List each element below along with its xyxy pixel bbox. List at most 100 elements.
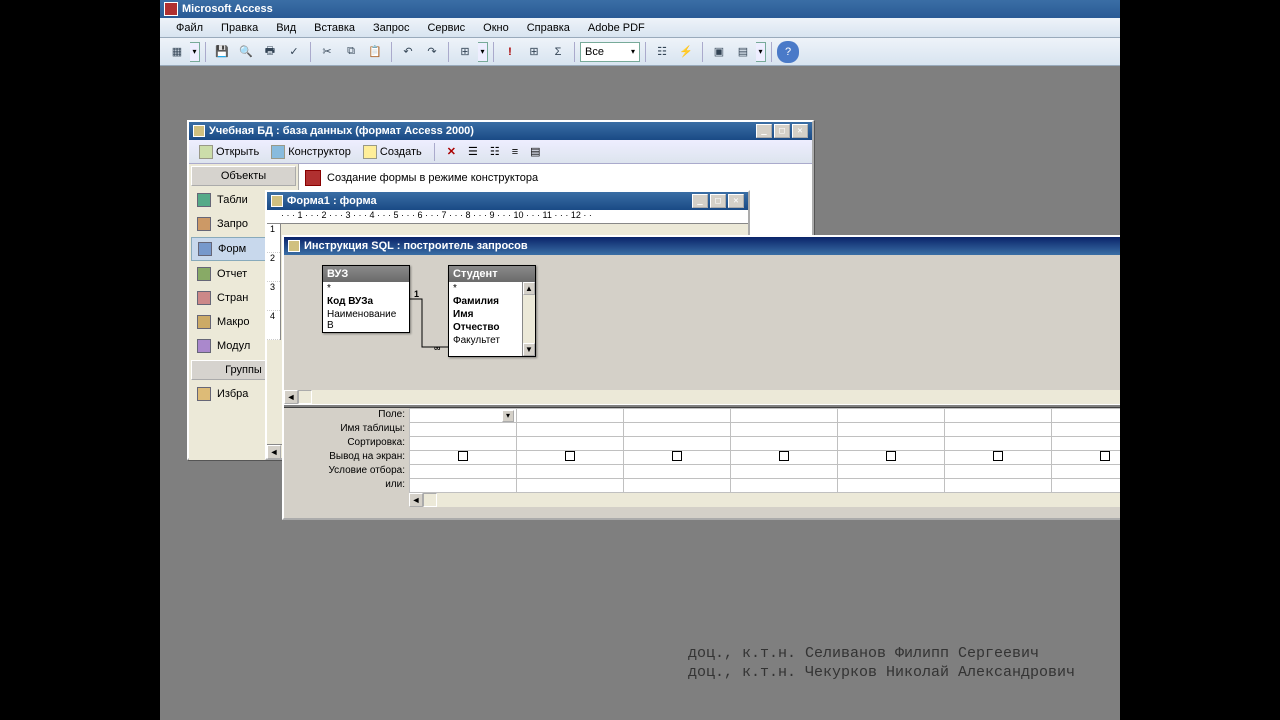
- new-button[interactable]: Создать: [359, 143, 426, 161]
- dbwindow-button[interactable]: ▣: [708, 41, 730, 63]
- scroll-up-icon[interactable]: ▲: [523, 282, 535, 295]
- app-titlebar: Microsoft Access: [160, 0, 1120, 18]
- menu-view[interactable]: Вид: [268, 20, 304, 36]
- menu-adobe[interactable]: Adobe PDF: [580, 20, 653, 36]
- row-table[interactable]: [410, 423, 1121, 437]
- open-button[interactable]: Открыть: [195, 143, 263, 161]
- copy-button[interactable]: ⧉: [340, 41, 362, 63]
- grid-scroll-left[interactable]: ◄: [409, 493, 423, 507]
- field-otchestvo[interactable]: Отчество: [449, 321, 522, 334]
- design-button[interactable]: Конструктор: [267, 143, 355, 161]
- menu-tools[interactable]: Сервис: [419, 20, 473, 36]
- sqlwin-titlebar[interactable]: Инструкция SQL : построитель запросов: [284, 237, 1120, 255]
- row-sort[interactable]: [410, 437, 1121, 451]
- top-values-combo[interactable]: Все▾: [580, 42, 640, 62]
- table-student[interactable]: Студент * Фамилия Имя Отчество Факультет…: [448, 265, 536, 357]
- grid-row-labels: Поле: Имя таблицы: Сортировка: Вывод на …: [284, 408, 409, 507]
- spell-button[interactable]: ✓: [283, 41, 305, 63]
- large-icons-button[interactable]: ☰: [464, 143, 482, 160]
- show-checkbox[interactable]: [672, 451, 682, 461]
- footer-credits: доц., к.т.н. Селиванов Филипп Сергеевич …: [688, 644, 1075, 682]
- table-vuz-header[interactable]: ВУЗ: [323, 266, 409, 282]
- showtable-button[interactable]: ⊞: [523, 41, 545, 63]
- table-student-scrollbar[interactable]: ▲ ▼: [522, 282, 535, 356]
- view-button[interactable]: ▦: [166, 41, 188, 63]
- field-familiya[interactable]: Фамилия: [449, 295, 522, 308]
- row-field[interactable]: ▾: [410, 409, 1121, 423]
- table-vuz[interactable]: ВУЗ * Код ВУЗа Наименование В: [322, 265, 410, 333]
- querytype-button[interactable]: ⊞: [454, 41, 476, 63]
- scroll-down-icon[interactable]: ▼: [523, 343, 535, 356]
- rel-one: 1: [414, 289, 419, 299]
- access-icon: [164, 2, 178, 16]
- cut-button[interactable]: ✂: [316, 41, 338, 63]
- maximize-button[interactable]: □: [774, 124, 790, 138]
- grid-columns[interactable]: ▾: [409, 408, 1120, 507]
- show-checkbox[interactable]: [886, 451, 896, 461]
- newobj-button[interactable]: ▤: [732, 41, 754, 63]
- diagram-hscroll[interactable]: ◄: [284, 390, 1120, 404]
- newobj-dropdown[interactable]: ▾: [756, 42, 766, 62]
- maximize-button[interactable]: □: [710, 194, 726, 208]
- show-checkbox[interactable]: [779, 451, 789, 461]
- totals-button[interactable]: Σ: [547, 41, 569, 63]
- menu-file[interactable]: Файл: [168, 20, 211, 36]
- build-button[interactable]: ⚡: [675, 41, 697, 63]
- show-checkbox[interactable]: [1100, 451, 1110, 461]
- undo-button[interactable]: ↶: [397, 41, 419, 63]
- minimize-button[interactable]: _: [756, 124, 772, 138]
- save-button[interactable]: 💾: [211, 41, 233, 63]
- list-button[interactable]: ≡: [508, 144, 522, 160]
- menu-query[interactable]: Запрос: [365, 20, 417, 36]
- formwin-title: Форма1 : форма: [287, 195, 377, 207]
- field-naim[interactable]: Наименование В: [323, 308, 409, 332]
- menu-help[interactable]: Справка: [519, 20, 578, 36]
- field-combo[interactable]: ▾: [412, 410, 514, 422]
- show-checkbox[interactable]: [993, 451, 1003, 461]
- formwin-titlebar[interactable]: Форма1 : форма _ □ ✕: [267, 192, 748, 210]
- sql-builder-window: Инструкция SQL : построитель запросов ВУ…: [282, 235, 1120, 520]
- close-button[interactable]: ✕: [728, 194, 744, 208]
- querytype-dropdown[interactable]: ▾: [478, 42, 488, 62]
- rel-many: ∞: [434, 343, 440, 353]
- search-button[interactable]: 🔍: [235, 41, 257, 63]
- row-or[interactable]: [410, 479, 1121, 493]
- objects-header[interactable]: Объекты: [191, 166, 296, 186]
- query-icon: [288, 240, 300, 252]
- show-checkbox[interactable]: [565, 451, 575, 461]
- wizard-icon: [305, 170, 321, 186]
- close-button[interactable]: ✕: [792, 124, 808, 138]
- field-imya[interactable]: Имя: [449, 308, 522, 321]
- row-criteria[interactable]: [410, 465, 1121, 479]
- field-fakultet[interactable]: Факультет: [449, 334, 522, 347]
- run-button[interactable]: !: [499, 41, 521, 63]
- vertical-ruler: 1234: [267, 224, 281, 340]
- print-button[interactable]: 🖶: [259, 41, 281, 63]
- table-student-header[interactable]: Студент: [449, 266, 535, 282]
- menu-window[interactable]: Окно: [475, 20, 517, 36]
- show-checkbox[interactable]: [458, 451, 468, 461]
- paste-button[interactable]: 📋: [364, 41, 386, 63]
- redo-button[interactable]: ↷: [421, 41, 443, 63]
- menu-insert[interactable]: Вставка: [306, 20, 363, 36]
- field-star2[interactable]: *: [449, 282, 522, 295]
- dbwin-toolbar: Открыть Конструктор Создать ✕ ☰ ☷ ≡ ▤: [189, 140, 812, 164]
- delete-button[interactable]: ✕: [443, 145, 460, 158]
- row-show[interactable]: [410, 451, 1121, 465]
- view-dropdown[interactable]: ▾: [190, 42, 200, 62]
- create-form-design[interactable]: Создание формы в режиме конструктора: [303, 168, 808, 188]
- scroll-left-button[interactable]: ◄: [267, 445, 281, 459]
- field-star[interactable]: *: [323, 282, 409, 295]
- minimize-button[interactable]: _: [692, 194, 708, 208]
- scroll-thumb[interactable]: [298, 390, 312, 404]
- scroll-left-button[interactable]: ◄: [284, 390, 298, 404]
- small-icons-button[interactable]: ☷: [486, 143, 504, 160]
- details-button[interactable]: ▤: [526, 143, 544, 160]
- menu-edit[interactable]: Правка: [213, 20, 266, 36]
- help-button[interactable]: ?: [777, 41, 799, 63]
- dbwin-titlebar[interactable]: Учебная БД : база данных (формат Access …: [189, 122, 812, 140]
- grid-scroll-thumb[interactable]: [423, 493, 437, 507]
- field-kod-vuza[interactable]: Код ВУЗа: [323, 295, 409, 308]
- properties-button[interactable]: ☷: [651, 41, 673, 63]
- table-diagram[interactable]: ВУЗ * Код ВУЗа Наименование В Студент * …: [284, 255, 1120, 390]
